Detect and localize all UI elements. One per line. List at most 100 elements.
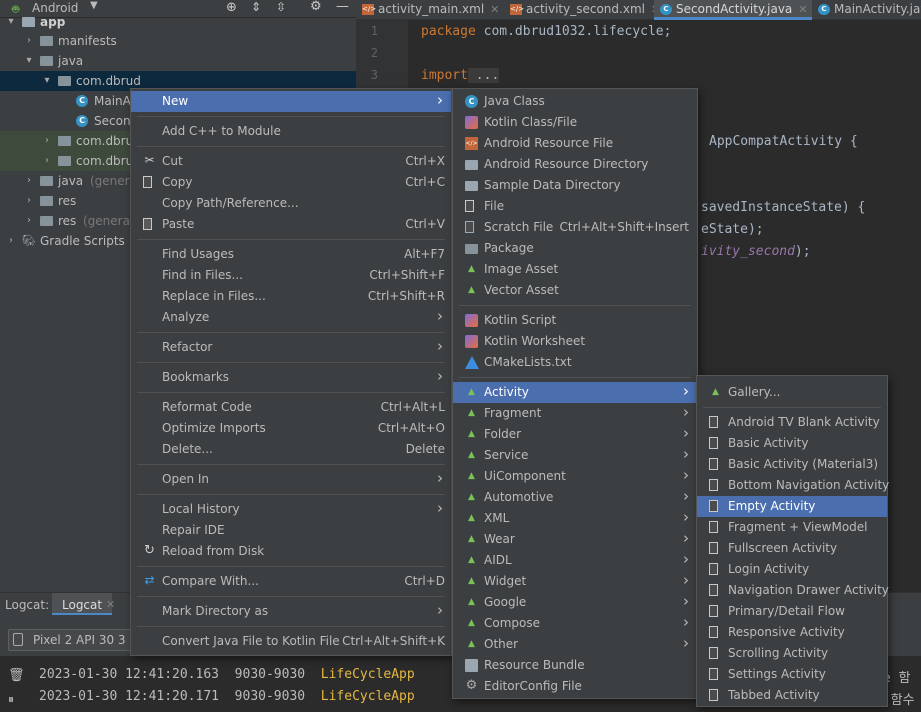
close-icon[interactable]: ✕ xyxy=(490,3,499,16)
ctx-item-local-history[interactable]: Local History › xyxy=(131,499,451,520)
ctx-item-paste[interactable]: Paste Ctrl+V xyxy=(131,214,451,235)
activity-item-primary-detail-flow[interactable]: Primary/Detail Flow xyxy=(697,601,887,622)
menu-separator xyxy=(137,464,445,465)
new-item-sample-data-directory[interactable]: Sample Data Directory xyxy=(453,175,697,196)
tab-activity-second-xml[interactable]: </>activity_second.xml✕ xyxy=(504,0,660,20)
tree-row[interactable]: ▾ java xyxy=(0,51,356,71)
trash-icon[interactable]: 🗑︎ xyxy=(8,668,25,683)
chevron-right-icon[interactable]: › xyxy=(24,211,34,231)
chevron-right-icon[interactable]: › xyxy=(42,131,52,151)
tab-activity-main-xml[interactable]: </> activity_main.xml ✕ xyxy=(356,0,504,20)
chevron-down-icon[interactable]: ▾ xyxy=(24,51,34,71)
activity-item-responsive-activity[interactable]: Responsive Activity xyxy=(697,622,887,643)
new-item-kotlin-script[interactable]: Kotlin Script xyxy=(453,310,697,331)
new-item-service[interactable]: ▲ Service › xyxy=(453,445,697,466)
new-item-uicomponent[interactable]: ▲ UiComponent › xyxy=(453,466,697,487)
new-item-editorconfig-file[interactable]: ⚙ EditorConfig File xyxy=(453,676,697,697)
shortcut-label: Ctrl+Alt+Shift+K xyxy=(342,634,445,648)
activity-item-fragment-viewmodel[interactable]: Fragment + ViewModel xyxy=(697,517,887,538)
activity-item-tabbed-activity[interactable]: Tabbed Activity xyxy=(697,685,887,706)
new-item-package[interactable]: Package xyxy=(453,238,697,259)
ctx-item-reload-from-disk[interactable]: ↻ Reload from Disk xyxy=(131,541,451,562)
ctx-item-copy-path-reference[interactable]: Copy Path/Reference... xyxy=(131,193,451,214)
close-icon[interactable]: ✕ xyxy=(106,598,115,611)
close-icon[interactable]: ✕ xyxy=(798,3,807,16)
ctx-item-optimize-imports[interactable]: Optimize Imports Ctrl+Alt+O xyxy=(131,418,451,439)
new-item-vector-asset[interactable]: ▲ Vector Asset xyxy=(453,280,697,301)
chevron-right-icon[interactable]: › xyxy=(24,31,34,51)
menu-separator xyxy=(137,116,445,117)
ctx-item-repair-ide[interactable]: Repair IDE xyxy=(131,520,451,541)
ctx-item-find-in-files[interactable]: Find in Files... Ctrl+Shift+F xyxy=(131,265,451,286)
ctx-item-open-in[interactable]: Open In › xyxy=(131,469,451,490)
new-item-image-asset[interactable]: ▲ Image Asset xyxy=(453,259,697,280)
new-item-scratch-file[interactable]: Scratch File Ctrl+Alt+Shift+Insert xyxy=(453,217,697,238)
ctx-item-delete[interactable]: Delete... Delete xyxy=(131,439,451,460)
activity-item-navigation-drawer-activity[interactable]: Navigation Drawer Activity xyxy=(697,580,889,601)
chevron-down-icon[interactable]: ▼ xyxy=(90,0,98,11)
chevron-right-icon: › xyxy=(437,91,443,109)
ctx-item-replace-in-files[interactable]: Replace in Files... Ctrl+Shift+R xyxy=(131,286,451,307)
ctx-item-analyze[interactable]: Analyze › xyxy=(131,307,451,328)
new-item-widget[interactable]: ▲ Widget › xyxy=(453,571,697,592)
tab-secondactivity-java[interactable]: C SecondActivity.java ✕ xyxy=(654,0,812,20)
menu-item-label: Java Class xyxy=(484,94,545,108)
new-item-activity[interactable]: ▲ Activity › xyxy=(453,382,697,403)
device-selector[interactable]: Pixel 2 API 30 3 ( xyxy=(8,629,138,651)
activity-item-android-tv-blank-activity[interactable]: Android TV Blank Activity xyxy=(697,412,887,433)
ctx-item-add-c-to-module[interactable]: Add C++ to Module xyxy=(131,121,451,142)
chevron-down-icon[interactable]: ▾ xyxy=(6,12,16,32)
ctx-item-refactor[interactable]: Refactor › xyxy=(131,337,451,358)
new-item-android-resource-directory[interactable]: Android Resource Directory xyxy=(453,154,697,175)
new-item-compose[interactable]: ▲ Compose › xyxy=(453,613,697,634)
new-item-java-class[interactable]: C Java Class xyxy=(453,91,697,112)
menu-item-label: Gallery... xyxy=(728,385,781,399)
new-item-kotlin-class-file[interactable]: Kotlin Class/File xyxy=(453,112,697,133)
activity-item-empty-activity[interactable]: Empty Activity xyxy=(697,496,887,517)
chevron-right-icon[interactable]: › xyxy=(6,231,16,251)
new-item-folder[interactable]: ▲ Folder › xyxy=(453,424,697,445)
new-item-wear[interactable]: ▲ Wear › xyxy=(453,529,697,550)
new-item-android-resource-file[interactable]: </> Android Resource File xyxy=(453,133,697,154)
tab-mainactivity-java[interactable]: C MainActivity.java xyxy=(812,0,921,20)
ctx-item-find-usages[interactable]: Find Usages Alt+F7 xyxy=(131,244,451,265)
activity-item-basic-activity[interactable]: Basic Activity xyxy=(697,433,887,454)
new-item-file[interactable]: File xyxy=(453,196,697,217)
ctx-item-copy[interactable]: Copy Ctrl+C xyxy=(131,172,451,193)
new-item-aidl[interactable]: ▲ AIDL › xyxy=(453,550,697,571)
new-item-xml[interactable]: ▲ XML › xyxy=(453,508,697,529)
ctx-item-mark-directory-as[interactable]: Mark Directory as › xyxy=(131,601,451,622)
menu-item-label: Login Activity xyxy=(728,562,810,576)
ctx-item-compare-with[interactable]: ⇄ Compare With... Ctrl+D xyxy=(131,571,451,592)
chevron-right-icon[interactable]: › xyxy=(24,171,34,191)
new-item-kotlin-worksheet[interactable]: Kotlin Worksheet xyxy=(453,331,697,352)
tree-row[interactable]: ▾ app xyxy=(0,12,356,32)
chevron-right-icon: › xyxy=(437,469,443,487)
new-item-cmakelists-txt[interactable]: CMakeLists.txt xyxy=(453,352,697,373)
ctx-item-new[interactable]: New › xyxy=(131,91,451,112)
activity-item-basic-activity-material3[interactable]: Basic Activity (Material3) xyxy=(697,454,887,475)
chevron-down-icon[interactable]: ▾ xyxy=(42,71,52,91)
new-item-automotive[interactable]: ▲ Automotive › xyxy=(453,487,697,508)
file-icon xyxy=(465,200,474,212)
pause-icon[interactable]: ⏸︎ xyxy=(8,692,14,707)
chevron-right-icon[interactable]: › xyxy=(42,151,52,171)
activity-item-fullscreen-activity[interactable]: Fullscreen Activity xyxy=(697,538,887,559)
logcat-tab[interactable]: Logcat xyxy=(52,593,113,615)
activity-item-scrolling-activity[interactable]: Scrolling Activity xyxy=(697,643,887,664)
activity-item-gallery[interactable]: ▲ Gallery... xyxy=(697,382,887,403)
chevron-right-icon[interactable]: › xyxy=(24,191,34,211)
new-item-google[interactable]: ▲ Google › xyxy=(453,592,697,613)
ctx-item-cut[interactable]: ✂ Cut Ctrl+X xyxy=(131,151,451,172)
new-item-other[interactable]: ▲ Other › xyxy=(453,634,697,655)
activity-item-login-activity[interactable]: Login Activity xyxy=(697,559,887,580)
activity-item-bottom-navigation-activity[interactable]: Bottom Navigation Activity xyxy=(697,475,889,496)
activity-item-settings-activity[interactable]: Settings Activity xyxy=(697,664,887,685)
chevron-right-icon: › xyxy=(683,592,689,610)
new-item-resource-bundle[interactable]: Resource Bundle xyxy=(453,655,697,676)
ctx-item-reformat-code[interactable]: Reformat Code Ctrl+Alt+L xyxy=(131,397,451,418)
ctx-item-bookmarks[interactable]: Bookmarks › xyxy=(131,367,451,388)
ctx-item-convert-java-file-to-kotlin-file[interactable]: Convert Java File to Kotlin File Ctrl+Alt… xyxy=(131,631,451,652)
tree-row[interactable]: › manifests xyxy=(0,31,356,51)
new-item-fragment[interactable]: ▲ Fragment › xyxy=(453,403,697,424)
